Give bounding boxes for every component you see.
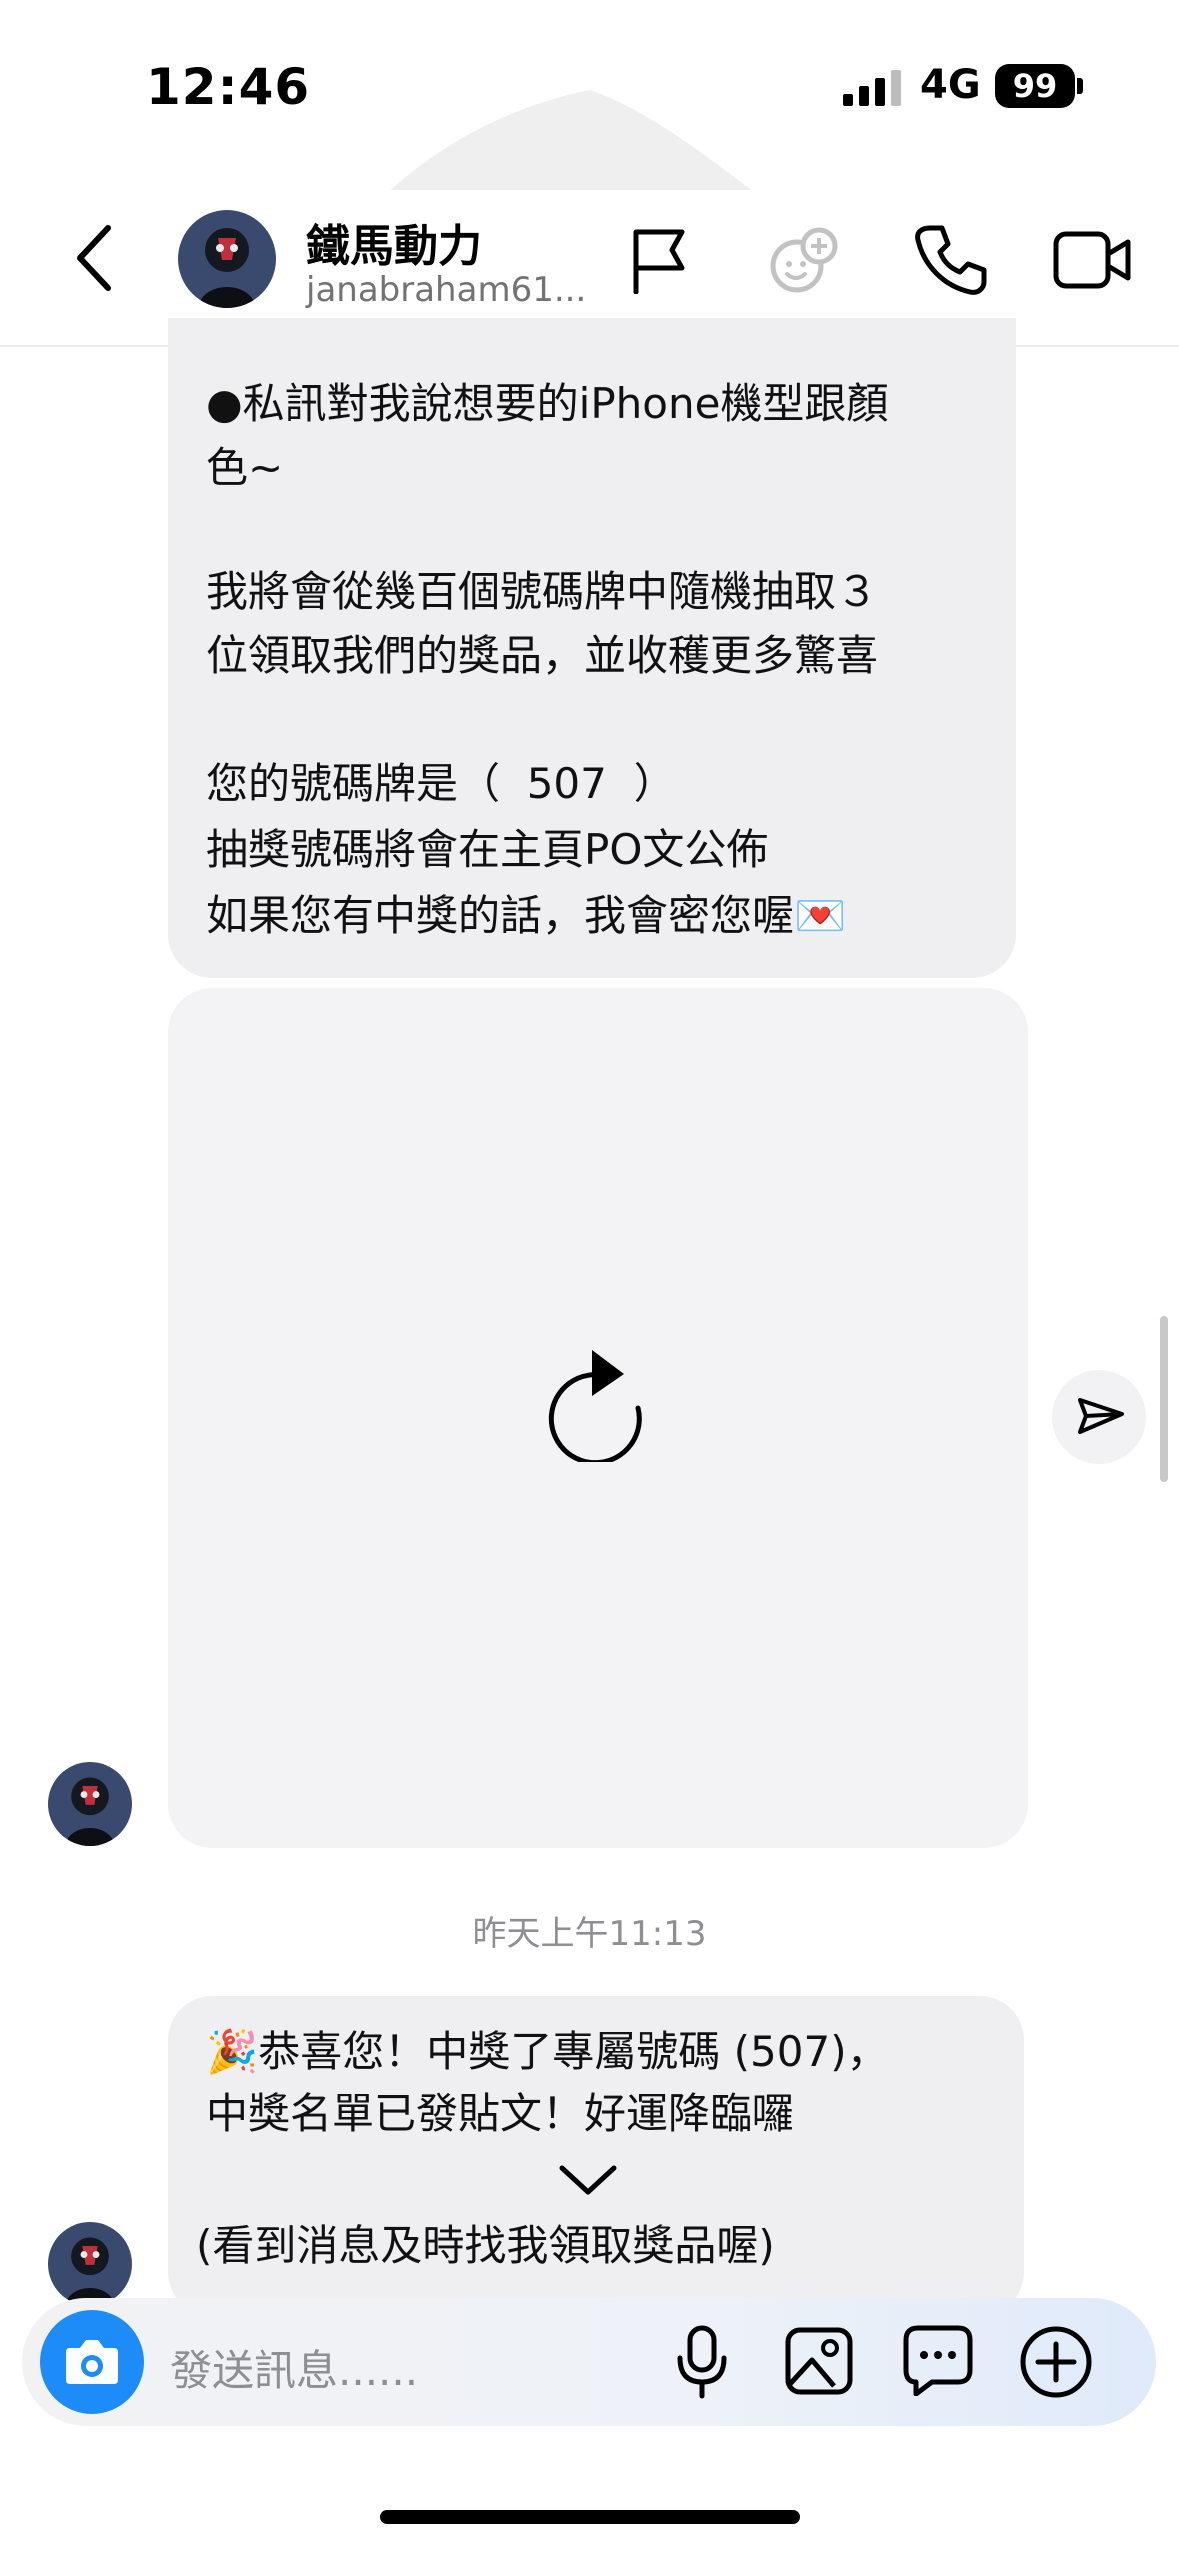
signal-icon (843, 70, 901, 106)
network-type: 4G (920, 62, 981, 108)
home-indicator[interactable] (380, 2510, 800, 2524)
video-icon[interactable] (1052, 228, 1132, 292)
message-line: 位領取我們的獎品，並收穫更多驚喜 (206, 631, 879, 680)
flag-icon[interactable] (628, 226, 692, 294)
message-input[interactable]: 發送訊息...... (170, 2337, 418, 2398)
chat-bubble-icon[interactable] (902, 2324, 974, 2396)
microphone-icon[interactable] (674, 2324, 730, 2400)
chevron-down-icon[interactable] (556, 2160, 620, 2200)
sender-avatar[interactable] (48, 2222, 132, 2306)
message-line: 中獎名單已發貼文！好運降臨囉 (206, 2089, 795, 2138)
sender-avatar[interactable] (48, 1762, 132, 1846)
contact-name[interactable]: 鐵馬動力 (306, 210, 482, 274)
reload-icon[interactable] (544, 1346, 648, 1462)
phone-icon[interactable] (912, 222, 988, 298)
message-line: 🎉恭喜您！中獎了專屬號碼 (507)， (206, 2027, 889, 2076)
message-line: ●私訊對我說想要的iPhone機型跟顏 (206, 379, 889, 428)
message-line: (看到消息及時找我領取獎品喔) (196, 2221, 775, 2270)
avatar[interactable] (178, 210, 276, 308)
scrollbar[interactable] (1160, 1316, 1168, 1482)
add-icon[interactable] (1018, 2324, 1094, 2400)
camera-button[interactable] (40, 2310, 144, 2414)
message-line: 色~ (206, 443, 284, 492)
message-line: 我將會從幾百個號碼牌中隨機抽取３ (206, 567, 879, 616)
message-line: 抽獎號碼將會在主頁PO文公佈 (206, 825, 769, 874)
share-icon[interactable] (1052, 1370, 1146, 1464)
battery-tip (1077, 78, 1083, 94)
message-timestamp: 昨天上午11:13 (472, 1914, 707, 1954)
battery-icon: 99 (995, 64, 1075, 108)
gallery-icon[interactable] (784, 2326, 854, 2396)
status-time: 12:46 (146, 58, 311, 116)
back-icon[interactable] (70, 218, 120, 298)
effects-icon[interactable] (765, 224, 841, 300)
message-line: 如果您有中獎的話，我會密您喔💌 (206, 891, 847, 940)
message-line: 您的號碼牌是（ 507 ） (206, 759, 676, 808)
contact-handle[interactable]: janabraham61... (306, 270, 586, 310)
camera-icon (66, 2340, 118, 2384)
